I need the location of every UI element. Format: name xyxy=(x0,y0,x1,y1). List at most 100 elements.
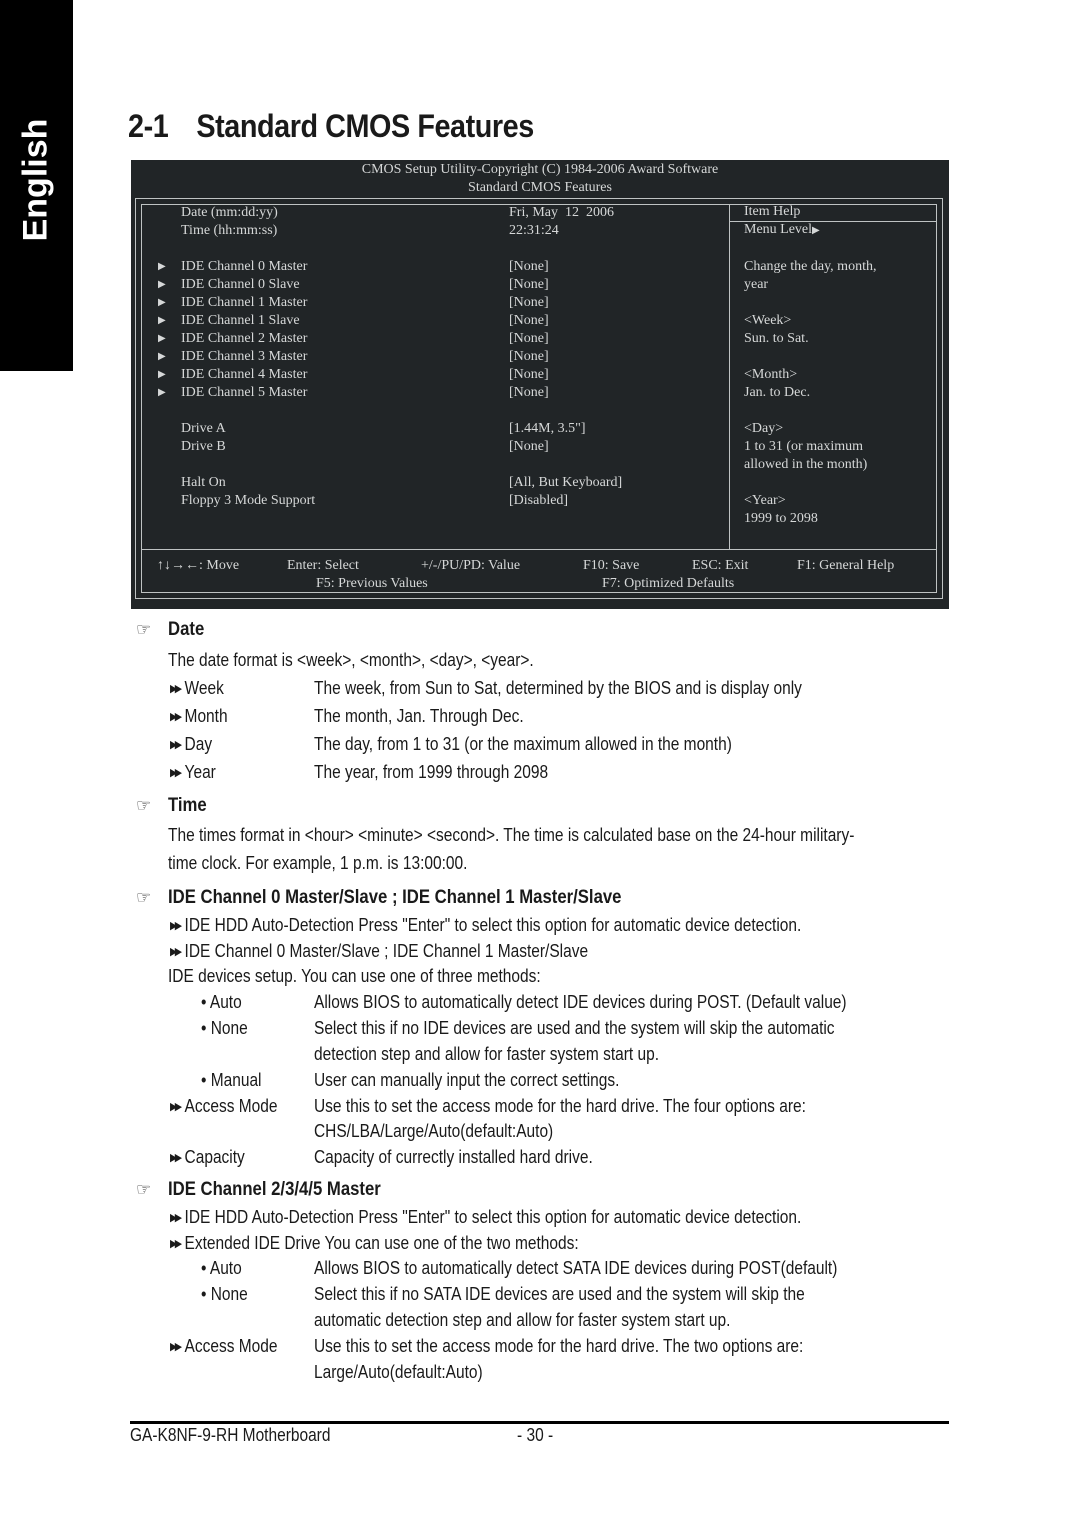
ide2345-method-none: • None xyxy=(201,1284,248,1304)
date-desc-week: The week, from Sun to Sat, determined by… xyxy=(314,678,802,698)
item-help-line: Sun. to Sat. xyxy=(744,331,809,346)
item-help-line: Change the day, month, xyxy=(744,259,877,274)
item-help-line: year xyxy=(744,277,769,292)
date-term-month: ▶▶ Month xyxy=(170,706,228,726)
ide01-access-mode-desc1: Use this to set the access mode for the … xyxy=(314,1096,806,1116)
bios-setting-value[interactable]: [None] xyxy=(509,330,549,348)
bios-setting-value[interactable]: [None] xyxy=(509,384,549,402)
bios-setting-label: IDE Channel 2 Master xyxy=(181,331,308,346)
bios-header-copyright: CMOS Setup Utility-Copyright (C) 1984-20… xyxy=(361,162,719,177)
ide01-access-mode-desc2: CHS/LBA/Large/Auto(default:Auto) xyxy=(314,1121,554,1141)
date-term-day: ▶▶ Day xyxy=(170,734,213,754)
time-desc-line1: The times format in <hour> <minute> <sec… xyxy=(168,825,855,845)
bios-setting-value[interactable]: [Disabled] xyxy=(509,492,568,510)
key-exit: ESC: Exit xyxy=(692,558,749,573)
bios-setting-label: IDE Channel 0 Master xyxy=(181,259,308,274)
bios-setting-value[interactable]: 22:31:24 xyxy=(509,222,559,240)
bios-setting-label: Drive B xyxy=(181,439,226,454)
pointing-hand-icon: ☞ xyxy=(136,888,152,907)
menu-level-label: Menu Level xyxy=(744,222,813,237)
bios-setting-value[interactable]: [None] xyxy=(509,438,549,456)
bios-setting-value[interactable]: [None] xyxy=(509,366,549,384)
submenu-arrow-icon: ▶ xyxy=(158,387,166,398)
menu-level: Menu Level▶ xyxy=(744,221,820,239)
date-desc-day: The day, from 1 to 31 (or the maximum al… xyxy=(314,734,732,754)
key-general-help: F1: General Help xyxy=(797,558,895,573)
bios-setting-value[interactable]: Fri, May 12 2006 xyxy=(509,204,614,222)
submenu-arrow-icon: ▶ xyxy=(158,315,166,326)
submenu-arrow-icon: ▶ xyxy=(158,279,166,290)
bios-setting-value[interactable]: [None] xyxy=(509,348,549,366)
section-title: 2-1 Standard CMOS Features xyxy=(128,108,534,145)
time-heading: Time xyxy=(168,795,207,816)
ide2345-bullet-autodetect: ▶▶ IDE HDD Auto-Detection Press "Enter" t… xyxy=(170,1207,802,1227)
double-arrow-icon: ▶▶ xyxy=(170,1238,182,1250)
date-heading: Date xyxy=(168,619,205,640)
ide01-method-auto-desc: Allows BIOS to automatically detect IDE … xyxy=(314,992,847,1012)
language-label: English xyxy=(16,118,55,242)
ide01-method-manual-desc: User can manually input the correct sett… xyxy=(314,1070,620,1090)
submenu-arrow-icon: ▶ xyxy=(158,297,166,308)
bios-setting-value[interactable]: [1.44M, 3.5"] xyxy=(509,420,586,438)
item-help-line: 1 to 31 (or maximum xyxy=(744,439,863,454)
date-term-week: ▶▶ Week xyxy=(170,678,224,698)
submenu-arrow-icon: ▶ xyxy=(158,351,166,362)
bios-setting-value[interactable]: [None] xyxy=(509,258,549,276)
bios-help-divider xyxy=(729,204,730,549)
item-help-line: <Day> xyxy=(744,421,784,436)
bios-setting-label: Floppy 3 Mode Support xyxy=(181,493,316,508)
bios-setting-label: Date (mm:dd:yy) xyxy=(181,205,278,220)
ide01-method-none-desc1: Select this if no IDE devices are used a… xyxy=(314,1018,835,1038)
double-arrow-icon: ▶▶ xyxy=(170,767,182,779)
item-help-title: Item Help xyxy=(744,204,801,219)
pointing-hand-icon: ☞ xyxy=(136,796,152,815)
ide01-capacity: ▶▶ Capacity xyxy=(170,1147,245,1167)
ide2345-access-mode-desc1: Use this to set the access mode for the … xyxy=(314,1336,804,1356)
submenu-arrow-icon: ▶ xyxy=(158,333,166,344)
ide2345-heading: IDE Channel 2/3/4/5 Master xyxy=(168,1179,381,1200)
item-help-line: allowed in the month) xyxy=(744,457,868,472)
submenu-arrow-icon: ▶ xyxy=(158,369,166,380)
date-term-year: ▶▶ Year xyxy=(170,762,216,782)
double-arrow-icon: ▶▶ xyxy=(170,1341,182,1353)
bios-header-title: Standard CMOS Features xyxy=(468,180,612,195)
ide01-method-none: • None xyxy=(201,1018,248,1038)
bios-setting-label: IDE Channel 1 Master xyxy=(181,295,308,310)
ide01-bullet-channels: ▶▶ IDE Channel 0 Master/Slave ; IDE Chann… xyxy=(170,941,589,961)
double-arrow-icon: ▶▶ xyxy=(170,739,182,751)
menu-level-arrow-icon: ▶ xyxy=(812,225,820,236)
bios-setting-value[interactable]: [All, But Keyboard] xyxy=(509,474,622,492)
pointing-hand-icon: ☞ xyxy=(136,1180,152,1199)
key-select: Enter: Select xyxy=(287,558,359,573)
bios-screen: CMOS Setup Utility-Copyright (C) 1984-20… xyxy=(131,160,949,609)
key-optimized-defaults: F7: Optimized Defaults xyxy=(602,576,735,591)
footer-page-number: - 30 - xyxy=(517,1425,554,1445)
ide01-intro: IDE devices setup. You can use one of th… xyxy=(168,966,541,986)
double-arrow-icon: ▶▶ xyxy=(170,1101,182,1113)
double-arrow-icon: ▶▶ xyxy=(170,1152,182,1164)
ide2345-bullet-extended: ▶▶ Extended IDE Drive You can use one of … xyxy=(170,1233,579,1253)
bios-setting-value[interactable]: [None] xyxy=(509,294,549,312)
ide01-bullet-autodetect: ▶▶ IDE HDD Auto-Detection Press "Enter" t… xyxy=(170,915,802,935)
bios-setting-label: Drive A xyxy=(181,421,226,436)
bios-setting-value[interactable]: [None] xyxy=(509,276,549,294)
ide01-method-manual: • Manual xyxy=(201,1070,262,1090)
item-help-line: 1999 to 2098 xyxy=(744,511,818,526)
bios-setting-label: Halt On xyxy=(181,475,226,490)
pointing-hand-icon: ☞ xyxy=(136,620,152,639)
ide01-access-mode: ▶▶ Access Mode xyxy=(170,1096,278,1116)
item-help-line: <Week> xyxy=(744,313,792,328)
key-move: ↑↓→←: Move xyxy=(157,558,240,573)
footer-divider xyxy=(130,1421,949,1424)
ide2345-access-mode: ▶▶ Access Mode xyxy=(170,1336,278,1356)
ide2345-method-none-desc1: Select this if no SATA IDE devices are u… xyxy=(314,1284,805,1304)
key-previous-values: F5: Previous Values xyxy=(316,576,428,591)
ide01-method-auto: • Auto xyxy=(201,992,242,1012)
submenu-arrow-icon: ▶ xyxy=(158,261,166,272)
double-arrow-icon: ▶▶ xyxy=(170,711,182,723)
date-intro: The date format is <week>, <month>, <day… xyxy=(168,650,534,670)
ide2345-method-none-desc2: automatic detection step and allow for f… xyxy=(314,1310,731,1330)
bios-setting-label: Time (hh:mm:ss) xyxy=(181,223,278,238)
bios-setting-value[interactable]: [None] xyxy=(509,312,549,330)
bios-keys-divider xyxy=(141,549,937,550)
